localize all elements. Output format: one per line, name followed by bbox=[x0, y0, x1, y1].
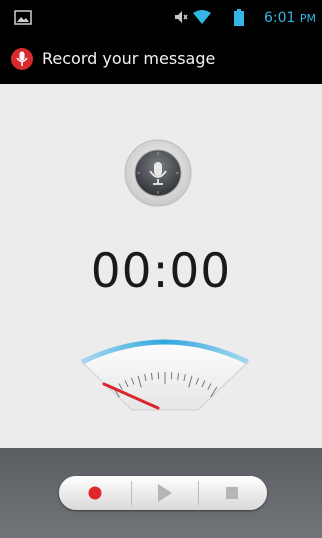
status-time-suffix: PM bbox=[299, 12, 316, 25]
play-button[interactable] bbox=[132, 476, 198, 510]
status-time: 6:01 PM bbox=[263, 10, 316, 26]
app-title: Record your message bbox=[42, 49, 216, 68]
microphone-icon bbox=[124, 139, 192, 207]
recording-timer: 00:00 bbox=[90, 244, 232, 299]
microphone-button[interactable] bbox=[124, 139, 192, 207]
playback-control-bar bbox=[0, 448, 322, 538]
play-icon bbox=[158, 484, 172, 502]
gauge-tick bbox=[170, 372, 173, 380]
stop-icon bbox=[226, 487, 238, 499]
stop-square bbox=[226, 487, 238, 499]
vu-meter-gauge bbox=[80, 339, 250, 411]
status-bar: 6:01 PM bbox=[0, 0, 322, 38]
wifi-icon bbox=[192, 9, 212, 29]
picture-notification-icon bbox=[14, 10, 32, 25]
gauge-tick bbox=[157, 372, 160, 380]
playback-controls bbox=[59, 476, 267, 510]
record-icon bbox=[88, 486, 102, 500]
record-app-icon bbox=[10, 47, 34, 71]
play-triangle bbox=[158, 484, 172, 502]
record-button[interactable] bbox=[59, 476, 131, 510]
stop-button[interactable] bbox=[199, 476, 267, 510]
title-bar: Record your message bbox=[0, 38, 322, 84]
volume-level-meter bbox=[80, 330, 250, 412]
battery-icon bbox=[234, 9, 244, 30]
recorder-panel: 00:00 bbox=[0, 84, 322, 448]
record-dot bbox=[88, 486, 102, 500]
mute-icon bbox=[174, 9, 188, 29]
